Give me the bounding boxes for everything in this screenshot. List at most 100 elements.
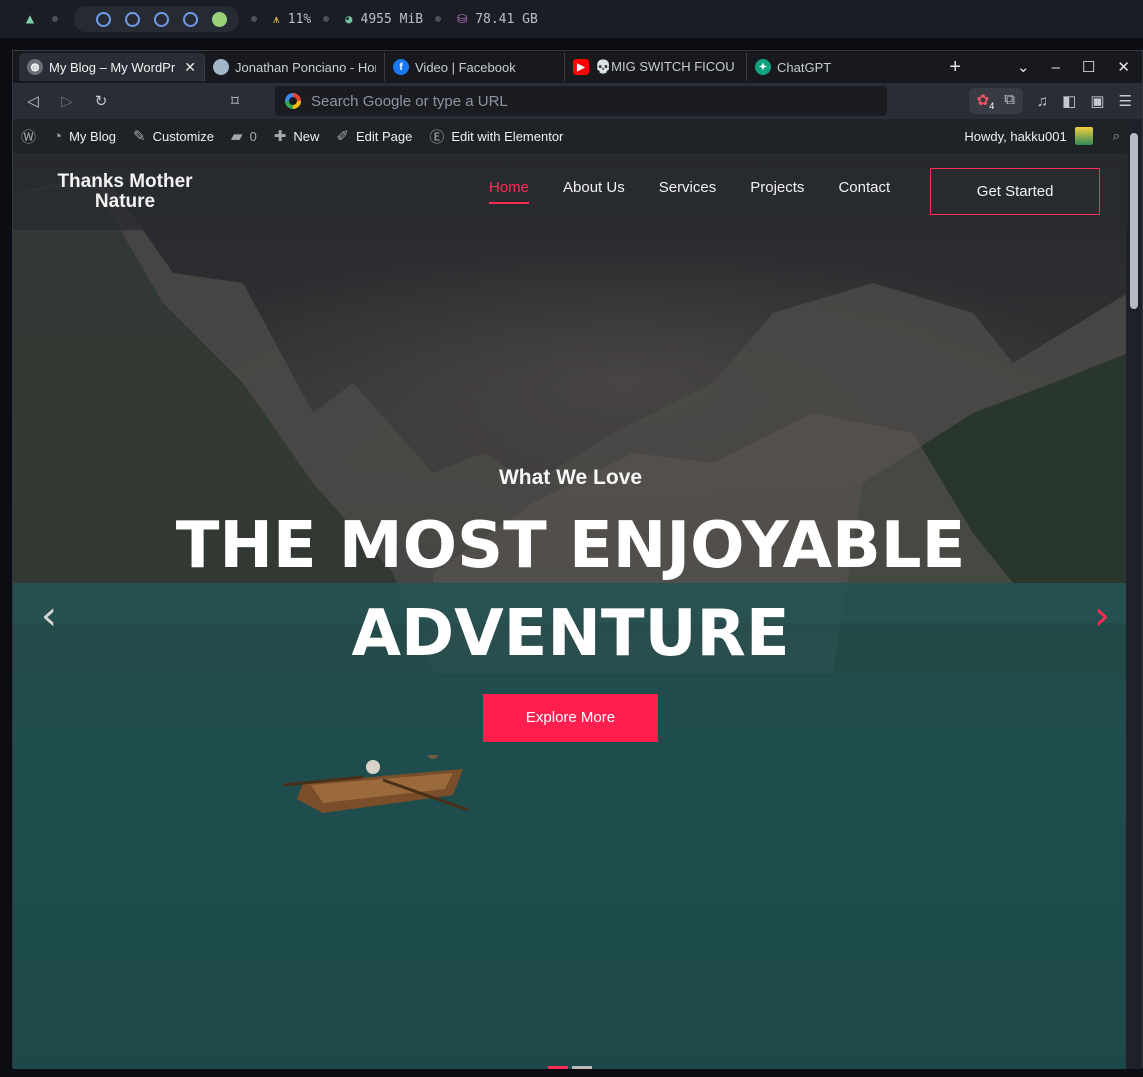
cpu-value: 11% (287, 11, 312, 27)
avatar-icon (213, 59, 229, 75)
tab-title: 💀MIG SWITCH FICOU IN (595, 59, 738, 74)
tab-jonathan[interactable]: Jonathan Ponciano - Home (205, 53, 385, 81)
nav-services[interactable]: Services (659, 179, 717, 204)
disk-value: 78.41 GB (475, 11, 538, 27)
page-scrollbar[interactable] (1126, 119, 1142, 1069)
facebook-icon: f (393, 59, 409, 75)
extension-icon[interactable]: ✿4 (977, 91, 995, 111)
sidebar-icon[interactable]: ◧ (1062, 92, 1076, 110)
search-icon[interactable]: ⌕ (1113, 128, 1120, 144)
close-icon[interactable]: ✕ (184, 59, 196, 76)
admin-site-label: My Blog (69, 128, 117, 144)
close-window-icon[interactable]: ✕ (1117, 58, 1130, 76)
tab-title: My Blog – My WordPr (49, 59, 176, 75)
hero-slider: Thanks Mother Nature Home About Us Servi… (13, 153, 1128, 1069)
wordpress-icon: Ⓦ (21, 128, 37, 146)
hero-kicker: What We Love (498, 466, 643, 489)
extension-badge: 4 (989, 101, 995, 111)
address-bar[interactable]: Search Google or type a URL (275, 86, 887, 116)
workspace-indicator[interactable] (96, 11, 111, 27)
toolbar-extensions: ✿4 ⧉ ♫ ◧ ▣ ☰ (968, 88, 1132, 114)
admin-new-label: New (293, 128, 320, 144)
slider-dot[interactable] (572, 1066, 592, 1069)
youtube-icon: ▶ (573, 59, 589, 75)
globe-icon: ◍ (27, 59, 43, 75)
page-viewport: Ⓦ ◔ My Blog ✎ Customize ▰ 0 ✚ New ✐ Edit Page… (13, 119, 1128, 1069)
tab-list-chevron-icon[interactable]: ⌄ (1017, 58, 1030, 76)
memory-stat: ◕ 4955 MiB (345, 12, 423, 27)
tab-facebook[interactable]: f Video | Facebook (385, 53, 565, 81)
nav-about-us[interactable]: About Us (563, 179, 625, 204)
admin-new-link[interactable]: ✚ New (274, 127, 320, 145)
slider-pagination (548, 1066, 592, 1069)
wordpress-logo[interactable]: Ⓦ (21, 126, 36, 147)
music-icon[interactable]: ♫ (1037, 93, 1048, 110)
address-placeholder: Search Google or type a URL (311, 92, 508, 110)
site-header: Thanks Mother Nature Home About Us Servi… (13, 153, 1128, 230)
minimize-icon[interactable]: – (1052, 59, 1060, 76)
database-icon: ⛁ (457, 12, 468, 26)
slider-dot-active[interactable] (548, 1066, 568, 1069)
site-title-line: Nature (94, 190, 156, 212)
rowboat-illustration (283, 755, 468, 813)
workspace-indicator-active[interactable] (212, 11, 227, 27)
separator-dot (435, 16, 442, 22)
nav-home[interactable]: Home (489, 179, 530, 204)
brush-icon: ✎ (133, 128, 146, 145)
workspace-switcher[interactable] (74, 6, 239, 32)
admin-site-link[interactable]: ◔ My Blog (53, 128, 116, 145)
bookmark-icon[interactable]: ⌑ (225, 92, 245, 110)
nav-projects[interactable]: Projects (750, 179, 804, 204)
admin-edit-page-link[interactable]: ✐ Edit Page (336, 127, 412, 145)
wp-admin-bar: Ⓦ ◔ My Blog ✎ Customize ▰ 0 ✚ New ✐ Edit Page… (13, 119, 1128, 153)
tab-youtube[interactable]: ▶ 💀MIG SWITCH FICOU IN (565, 53, 747, 81)
maximize-icon[interactable]: ☐ (1082, 58, 1095, 76)
comment-icon: ▰ (231, 128, 243, 145)
avatar (1074, 127, 1093, 145)
memory-pie-icon: ◕ (345, 12, 353, 26)
hero-headline: THE MOST ENJOYABLE ADVENTURE (13, 502, 1128, 678)
site-title-line: Thanks Mother (57, 170, 193, 192)
reload-icon[interactable]: ↻ (91, 92, 111, 110)
cpu-stat: ⩚ 11% (273, 12, 311, 27)
puzzle-icon[interactable]: ⧉ (1004, 91, 1015, 111)
site-title[interactable]: Thanks Mother Nature (13, 170, 237, 212)
dashboard-icon: ◔ (53, 127, 63, 145)
tab-title: Video | Facebook (415, 59, 516, 75)
admin-elementor-label: Edit with Elementor (451, 128, 564, 144)
admin-comments-link[interactable]: ▰ 0 (231, 127, 257, 145)
chatgpt-icon: ✦ (755, 59, 771, 75)
get-started-button[interactable]: Get Started (930, 168, 1101, 215)
admin-elementor-link[interactable]: Ⓔ Edit with Elementor (429, 126, 563, 147)
main-navigation: Home About Us Services Projects Contact (489, 179, 890, 204)
pencil-icon: ✐ (336, 128, 349, 145)
workspace-indicator[interactable] (125, 11, 140, 27)
hero-headline-line: THE MOST ENJOYABLE (175, 509, 966, 583)
tab-strip: ◍ My Blog – My WordPr ✕ Jonathan Poncian… (13, 51, 1142, 83)
google-icon (285, 93, 301, 109)
admin-account[interactable]: Howdy, hakku001 ⌕ (964, 127, 1128, 145)
separator-dot (251, 16, 257, 22)
workspace-indicator[interactable] (183, 11, 198, 27)
explore-more-button[interactable]: Explore More (483, 694, 658, 742)
extension-group: ✿4 ⧉ (968, 88, 1023, 114)
menu-icon[interactable]: ☰ (1119, 92, 1132, 110)
back-icon[interactable]: ◁ (23, 92, 43, 110)
admin-customize-label: Customize (152, 128, 215, 144)
wallet-icon[interactable]: ▣ (1090, 92, 1104, 110)
tab-my-blog[interactable]: ◍ My Blog – My WordPr ✕ (19, 53, 205, 81)
nav-contact[interactable]: Contact (838, 179, 890, 204)
browser-window: ◍ My Blog – My WordPr ✕ Jonathan Poncian… (12, 50, 1143, 1069)
admin-howdy-label: Howdy, hakku001 (964, 128, 1067, 144)
separator-dot (52, 16, 58, 22)
admin-customize-link[interactable]: ✎ Customize (133, 127, 214, 145)
admin-edit-page-label: Edit Page (356, 128, 413, 144)
tab-chatgpt[interactable]: ✦ ChatGPT (747, 53, 923, 81)
workspace-indicator[interactable] (154, 11, 169, 27)
disk-stat: ⛁ 78.41 GB (457, 12, 538, 27)
forward-icon[interactable]: ▷ (57, 92, 77, 110)
launcher-icon[interactable]: ▲ (20, 9, 40, 29)
window-controls: + ⌄ – ☐ ✕ (949, 56, 1142, 79)
new-tab-icon[interactable]: + (949, 56, 961, 79)
scrollbar-thumb[interactable] (1130, 133, 1138, 309)
